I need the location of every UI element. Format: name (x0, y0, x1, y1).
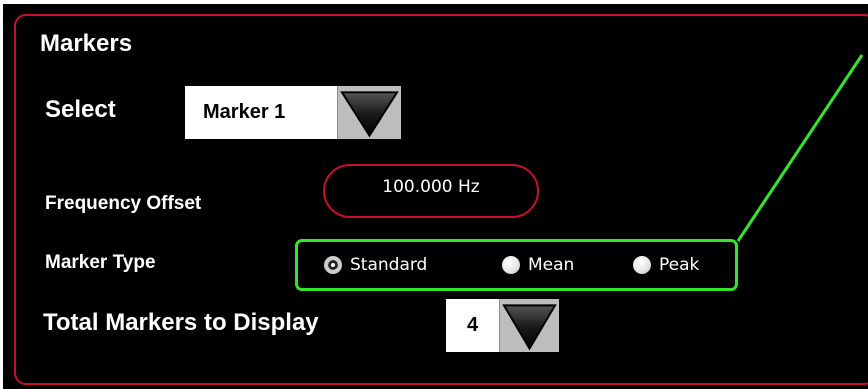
total-markers-value: 4 (466, 314, 479, 336)
triangle-down-icon (340, 91, 399, 138)
frequency-offset-value: 100.000 Hz (382, 177, 480, 197)
frequency-offset-field[interactable]: 100.000 Hz (323, 164, 539, 218)
select-label: Select (45, 96, 116, 123)
frequency-offset-label: Frequency Offset (45, 193, 202, 214)
radio-standard-label: Standard (350, 255, 428, 275)
radio-peak-label: Peak (659, 255, 700, 275)
radio-unselected-icon (633, 256, 651, 274)
radio-mean-label: Mean (528, 255, 575, 275)
radio-mean[interactable]: Mean (502, 242, 574, 288)
panel-title: Markers (40, 30, 133, 57)
marker-select-value: Marker 1 (203, 101, 286, 123)
marker-type-radio-group: Standard Mean Peak (295, 239, 738, 291)
total-markers-label: Total Markers to Display (43, 309, 319, 336)
marker-select-dropdown-button[interactable] (337, 86, 401, 139)
radio-selected-icon (324, 256, 342, 274)
total-markers-dropdown-button[interactable] (499, 299, 559, 352)
marker-select-field[interactable]: Marker 1 (185, 86, 337, 139)
triangle-down-icon (502, 304, 557, 351)
marker-type-label: Marker Type (45, 252, 156, 273)
total-markers-select-field[interactable]: 4 (446, 299, 499, 352)
radio-standard[interactable]: Standard (324, 242, 427, 288)
radio-unselected-icon (502, 256, 520, 274)
radio-peak[interactable]: Peak (633, 242, 699, 288)
